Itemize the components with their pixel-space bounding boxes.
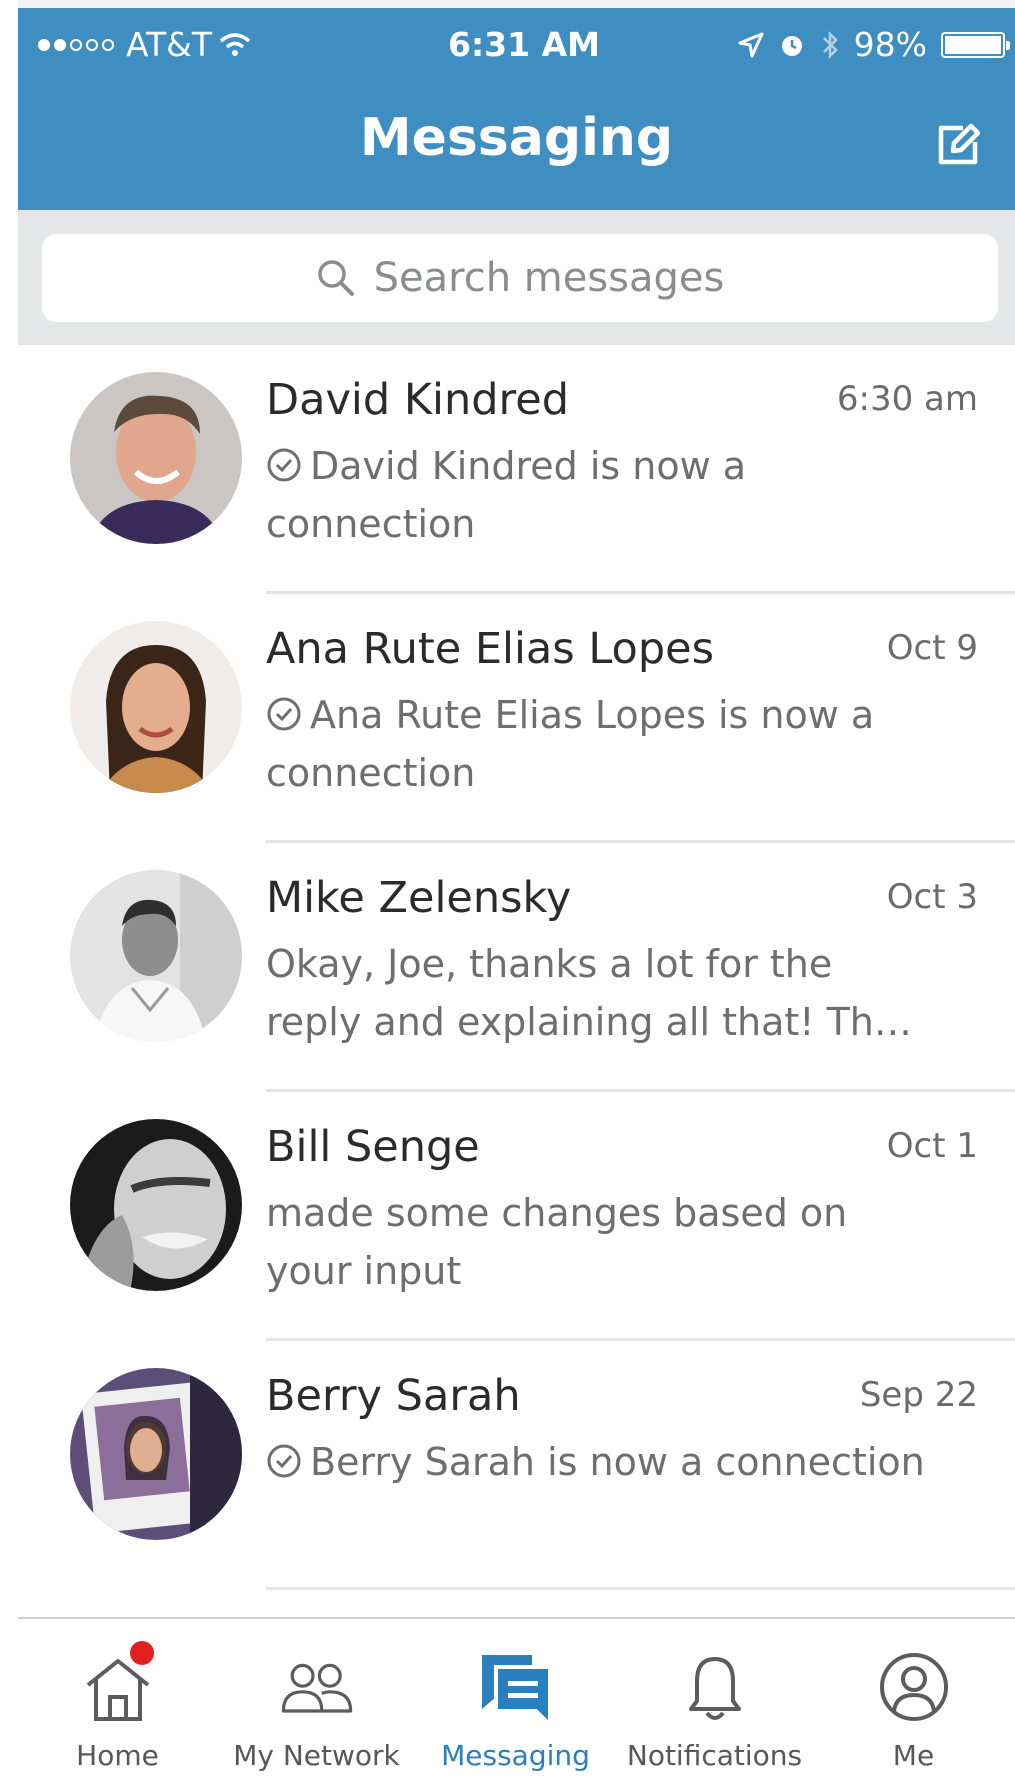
avatar [70, 372, 242, 544]
search-icon [317, 260, 354, 296]
message-date: Sep 22 [859, 1375, 978, 1415]
preview-text: Ana Rute Elias Lopes is now a connection [266, 693, 875, 795]
page-title: Messaging [359, 108, 674, 168]
compose-icon[interactable] [933, 120, 983, 170]
top-edge [18, 0, 1015, 8]
app-header: AT&T 6:31 AM 98% Messaging [18, 8, 1015, 210]
battery-label: 98% [853, 25, 927, 64]
preview-text: made some changes based on your input [266, 1191, 848, 1293]
search-bar: Search messages [18, 210, 1015, 345]
conversation-row[interactable]: Berry Sarah Sep 22 Berry Sarah is now a … [18, 1341, 1015, 1590]
conversation-row[interactable]: David Kindred 6:30 am David Kindred is n… [18, 345, 1015, 594]
signal-icon [38, 38, 114, 51]
status-right: 98% [738, 25, 1010, 64]
notification-badge [130, 1641, 154, 1665]
conversation-row[interactable]: Bill Senge Oct 1 made some changes based… [18, 1092, 1015, 1341]
search-placeholder: Search messages [373, 255, 725, 301]
avatar [70, 870, 242, 1042]
avatar [70, 1119, 242, 1291]
preview-text: Berry Sarah is now a connection [310, 1440, 925, 1484]
status-bar: AT&T 6:31 AM 98% [18, 8, 1015, 88]
conversation-list: David Kindred 6:30 am David Kindred is n… [18, 345, 1015, 1590]
bell-icon [688, 1657, 741, 1720]
avatar [70, 1368, 242, 1540]
tab-label: Home [76, 1739, 159, 1772]
message-date: Oct 3 [886, 877, 978, 917]
preview-text: David Kindred is now a connection [266, 444, 747, 546]
contact-name: Bill Senge [266, 1122, 480, 1172]
tab-label: Notifications [626, 1739, 803, 1772]
message-preview: Okay, Joe, thanks a lot for the reply an… [266, 935, 936, 1051]
search-input[interactable]: Search messages [42, 234, 998, 322]
tab-label: My Network [233, 1739, 400, 1772]
divider [266, 1587, 1015, 1590]
wifi-icon [219, 32, 251, 56]
conversation-row[interactable]: Mike Zelensky Oct 3 Okay, Joe, thanks a … [18, 843, 1015, 1092]
checkmark-circle-icon [267, 1444, 301, 1478]
tab-bar: Home My Network Messaging Notifications … [18, 1617, 1015, 1778]
message-preview: Berry Sarah is now a connection [266, 1433, 936, 1491]
profile-icon [879, 1653, 948, 1721]
battery-icon [941, 31, 1010, 58]
tab-me[interactable]: Me [814, 1619, 1013, 1778]
contact-name: Berry Sarah [266, 1371, 521, 1421]
conversation-row[interactable]: Ana Rute Elias Lopes Oct 9 Ana Rute Elia… [18, 594, 1015, 843]
carrier-group: AT&T [38, 25, 252, 64]
preview-text: Okay, Joe, thanks a lot for the reply an… [266, 942, 912, 1044]
message-preview: made some changes based on your input [266, 1184, 936, 1300]
location-icon [738, 32, 764, 57]
carrier-label: AT&T [126, 25, 213, 64]
messaging-screen: AT&T 6:31 AM 98% Messaging Search messag… [18, 0, 1015, 1778]
alarm-icon [781, 35, 802, 56]
contact-name: Ana Rute Elias Lopes [266, 624, 715, 674]
message-date: Oct 9 [886, 628, 978, 668]
tab-notifications[interactable]: Notifications [615, 1619, 814, 1778]
checkmark-circle-icon [267, 448, 301, 482]
tab-messaging[interactable]: Messaging [416, 1619, 615, 1778]
message-date: 6:30 am [836, 379, 978, 419]
avatar [70, 621, 242, 793]
messaging-icon [481, 1655, 552, 1727]
checkmark-circle-icon [267, 697, 301, 731]
tab-home[interactable]: Home [18, 1619, 217, 1778]
tab-label: Messaging [441, 1739, 590, 1772]
bluetooth-icon [822, 30, 838, 59]
message-date: Oct 1 [886, 1126, 978, 1166]
status-time: 6:31 AM [448, 25, 600, 64]
tab-my-network[interactable]: My Network [217, 1619, 416, 1778]
message-preview: Ana Rute Elias Lopes is now a connection [266, 686, 936, 802]
contact-name: Mike Zelensky [266, 873, 572, 923]
tab-label: Me [892, 1739, 935, 1772]
contact-name: David Kindred [266, 375, 569, 425]
network-icon [281, 1663, 352, 1713]
message-preview: David Kindred is now a connection [266, 437, 936, 553]
